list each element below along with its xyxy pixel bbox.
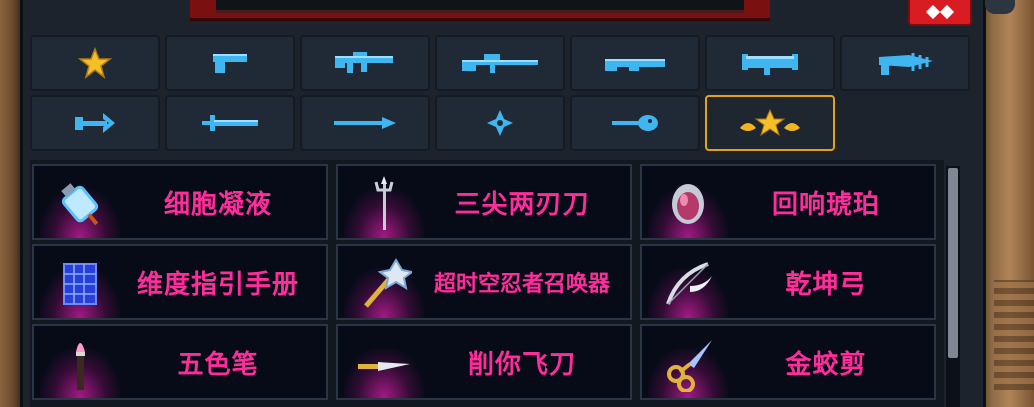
item-name: 维度指引手册 [136, 269, 299, 300]
item-card[interactable]: 五色笔 [32, 324, 328, 400]
tab-special[interactable] [705, 95, 835, 151]
sniper-icon [462, 54, 538, 73]
flying-knife-icon [358, 362, 410, 371]
star-icon [77, 47, 113, 79]
item-name: 回响琥珀 [771, 189, 880, 220]
tab-staffs[interactable] [570, 95, 700, 151]
item-card[interactable]: 三尖两刃刀 [336, 164, 632, 240]
close-button[interactable] [908, 0, 972, 26]
item-card[interactable]: 乾坤弓 [640, 244, 936, 320]
item-grid: 细胞凝液 三尖两刃刀 回响琥珀 维度指引手册 超时空忍者召唤器 乾坤弓 五色笔 … [30, 160, 944, 407]
sword-icon [202, 115, 258, 131]
tab-shotguns[interactable] [570, 35, 700, 91]
shuriken-icon [487, 110, 513, 136]
item-card[interactable]: 金蛟剪 [640, 324, 936, 400]
tab-rifles[interactable] [300, 35, 430, 91]
panel-header [190, 0, 770, 21]
panel-corner [985, 0, 1015, 14]
cell-fluid-icon [61, 183, 99, 226]
close-icon [925, 4, 941, 20]
tab-spears[interactable] [300, 95, 430, 151]
winged-bow-icon [666, 262, 712, 305]
item-name: 超时空忍者召唤器 [433, 272, 610, 297]
tab-swords[interactable] [165, 95, 295, 151]
tab-snipers[interactable] [435, 35, 565, 91]
manual-icon [63, 263, 97, 305]
scrollbar-thumb[interactable] [948, 168, 958, 358]
item-card[interactable]: 维度指引手册 [32, 244, 328, 320]
bow-icon [75, 113, 115, 133]
item-name: 乾坤弓 [785, 269, 867, 300]
item-name: 五色笔 [177, 349, 259, 380]
item-name: 细胞凝液 [163, 189, 272, 220]
tab-bows[interactable] [30, 95, 160, 151]
drill-gun-icon [879, 53, 933, 75]
item-card[interactable]: 细胞凝液 [32, 164, 328, 240]
rifle-icon [335, 52, 393, 73]
pistol-icon [213, 54, 247, 73]
amber-gem-icon [672, 184, 704, 224]
tab-drill-guns[interactable] [840, 35, 970, 91]
close-icon [939, 4, 955, 20]
tab-shuriken[interactable] [435, 95, 565, 151]
trident-icon [374, 176, 394, 230]
item-card[interactable]: 超时空忍者召唤器 [336, 244, 632, 320]
golden-scissors-icon [667, 340, 712, 392]
gold-stars-icon [740, 108, 800, 137]
staff-icon [612, 115, 658, 131]
tab-launchers[interactable] [705, 35, 835, 91]
item-card[interactable]: 削你飞刀 [336, 324, 632, 400]
item-name: 削你飞刀 [467, 349, 576, 380]
brush-icon [76, 343, 85, 390]
shotgun-icon [605, 59, 665, 71]
spear-icon [334, 117, 396, 129]
launcher-icon [742, 54, 798, 75]
summoner-wand-icon [364, 258, 412, 308]
tab-favorites[interactable] [30, 35, 160, 91]
item-card[interactable]: 回响琥珀 [640, 164, 936, 240]
tab-pistols[interactable] [165, 35, 295, 91]
wood-frame-left [0, 0, 22, 407]
item-name: 金蛟剪 [785, 349, 867, 380]
item-name: 三尖两刃刀 [454, 189, 590, 220]
